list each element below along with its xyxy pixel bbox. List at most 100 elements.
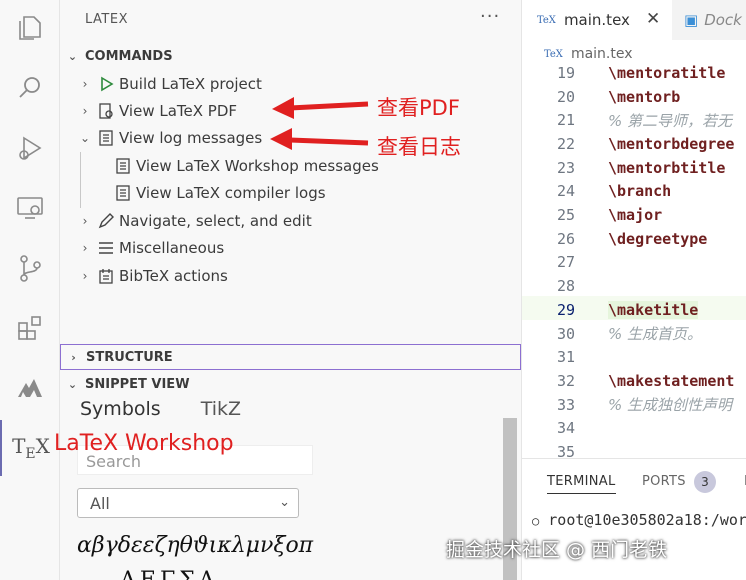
code-line[interactable]: 31 — [522, 345, 746, 369]
line-number: 32 — [556, 371, 575, 390]
code-line[interactable]: 24 \branch — [522, 180, 746, 204]
structure-section-header[interactable]: › STRUCTURE — [60, 344, 521, 370]
latex-workshop-icon[interactable]: TEX — [0, 420, 60, 476]
chevron-down-icon: ⌄ — [67, 377, 78, 391]
chevron-down-icon: ⌄ — [67, 49, 78, 63]
code-text: % 第二导师，若无 — [608, 111, 733, 130]
line-number: 19 — [556, 63, 575, 82]
snippet-section-header[interactable]: ⌄ SNIPPET VIEW — [60, 371, 521, 397]
code-line[interactable]: 33 % 生成独创性声明 — [522, 393, 746, 417]
code-text: \mentorb — [608, 87, 681, 106]
commands-section-header[interactable]: ⌄ COMMANDS — [60, 43, 521, 69]
snippet-tabs: Symbols TikZ — [80, 398, 281, 424]
breadcrumb[interactable]: TeX main.tex — [544, 46, 633, 62]
ports-count-badge: 3 — [694, 471, 716, 493]
close-icon[interactable]: ✕ — [646, 9, 660, 29]
list-icon — [93, 239, 119, 257]
command-misc[interactable]: › Miscellaneous — [60, 234, 521, 261]
watermark: 掘金技术社区 @ 西门老铁 — [446, 539, 668, 561]
code-text: \maketitle — [608, 300, 699, 319]
line-number: 31 — [556, 348, 575, 367]
terminal-prompt[interactable]: ○ root@10e305802a18:/work — [532, 511, 746, 529]
pdf-preview-icon — [93, 102, 119, 120]
code-line[interactable]: 22 \mentorbdegree — [522, 132, 746, 156]
line-number: 25 — [556, 206, 575, 225]
pencil-icon — [93, 212, 119, 230]
bibtex-icon — [93, 267, 119, 285]
editor: TeX main.tex ✕ ▣ Dock TeX main.tex 19 \me… — [521, 0, 746, 580]
line-number: 20 — [556, 87, 575, 106]
code-text: \mentoratitle — [608, 63, 726, 82]
tab-main-tex[interactable]: TeX main.tex ✕ — [522, 0, 672, 40]
code-line[interactable]: 34 — [522, 417, 746, 441]
code-line[interactable]: 30 % 生成首页。 — [522, 322, 746, 346]
docker-icon: ▣ — [684, 11, 699, 29]
line-number: 28 — [556, 277, 575, 296]
annotation-view-pdf: 查看PDF — [377, 96, 460, 120]
code-line[interactable]: 25 \major — [522, 203, 746, 227]
tab-symbols[interactable]: Symbols — [80, 398, 161, 424]
code-line[interactable]: 29 \maketitle — [522, 298, 746, 322]
code-line[interactable]: 21 % 第二导师，若无 — [522, 108, 746, 132]
code-text: \makestatement — [608, 371, 735, 390]
code-line[interactable]: 27 — [522, 251, 746, 275]
run-debug-icon[interactable] — [0, 120, 60, 176]
more-actions-icon[interactable]: ··· — [480, 6, 500, 27]
code-text: \mentorbdegree — [608, 134, 735, 153]
tex-file-icon: TeX — [537, 14, 556, 26]
log-file-icon — [110, 157, 136, 175]
editor-tabbar: TeX main.tex ✕ ▣ Dock — [522, 0, 746, 40]
tab-dockerfile[interactable]: ▣ Dock — [684, 0, 742, 40]
symbol-grid-row[interactable]: αβγδεεζηθϑικλμνξοπ — [77, 533, 313, 558]
circle-icon: ○ — [532, 514, 540, 528]
code-line[interactable]: 20 \mentorb — [522, 85, 746, 109]
chevron-right-icon: › — [82, 103, 88, 118]
line-number: 26 — [556, 229, 575, 248]
line-number: 29 — [556, 300, 575, 319]
line-number: 27 — [556, 253, 575, 272]
annotation-view-log: 查看日志 — [377, 135, 461, 159]
code-line[interactable]: 26 \degreetype — [522, 227, 746, 251]
copilot-icon[interactable] — [0, 360, 60, 416]
code-text: \branch — [608, 182, 672, 201]
chevron-right-icon: › — [82, 213, 88, 228]
sidebar-title: LATEX — [85, 12, 128, 27]
chevron-right-icon: › — [71, 350, 76, 364]
tab-tikz[interactable]: TikZ — [201, 398, 241, 424]
play-icon — [93, 75, 119, 93]
search-icon[interactable] — [0, 60, 60, 116]
log-file-icon — [93, 129, 119, 147]
code-line[interactable]: 32 \makestatement — [522, 369, 746, 393]
log-file-icon — [110, 184, 136, 202]
sidebar: LATEX ··· ⌄ COMMANDS › Build LaTeX proje… — [60, 0, 521, 580]
code-text: \mentorbtitle — [608, 158, 726, 177]
command-compiler-logs[interactable]: View LaTeX compiler logs — [60, 179, 521, 206]
activity-bar: TEX — [0, 0, 60, 580]
explorer-icon[interactable] — [0, 0, 60, 56]
line-number: 24 — [556, 182, 575, 201]
symbol-category-select[interactable]: All ⌄ — [77, 488, 299, 518]
line-number: 23 — [556, 158, 575, 177]
code-line[interactable]: 23 \mentorbtitle — [522, 156, 746, 180]
chevron-down-icon: ⌄ — [279, 495, 290, 510]
code-text: \degreetype — [608, 229, 708, 248]
line-number: 21 — [556, 111, 575, 130]
tab-ports[interactable]: PORTS — [642, 474, 686, 489]
tab-terminal[interactable]: TERMINAL — [547, 474, 616, 494]
remote-explorer-icon[interactable] — [0, 180, 60, 236]
command-bibtex[interactable]: › BibTeX actions — [60, 262, 521, 289]
command-navigate[interactable]: › Navigate, select, and edit — [60, 207, 521, 234]
code-line[interactable]: 28 — [522, 274, 746, 298]
chevron-right-icon: › — [82, 76, 88, 91]
source-control-icon[interactable] — [0, 240, 60, 296]
line-number: 30 — [556, 324, 575, 343]
chevron-right-icon: › — [82, 268, 88, 283]
line-number: 22 — [556, 134, 575, 153]
extensions-icon[interactable] — [0, 300, 60, 356]
code-text: % 生成首页。 — [608, 325, 703, 344]
symbol-grid-row[interactable]: ΔΕΓΣΛ — [120, 568, 219, 580]
tex-file-icon: TeX — [544, 48, 563, 60]
code-text: \major — [608, 206, 663, 225]
code-line[interactable]: 19 \mentoratitle — [522, 61, 746, 85]
line-number: 34 — [556, 419, 575, 438]
